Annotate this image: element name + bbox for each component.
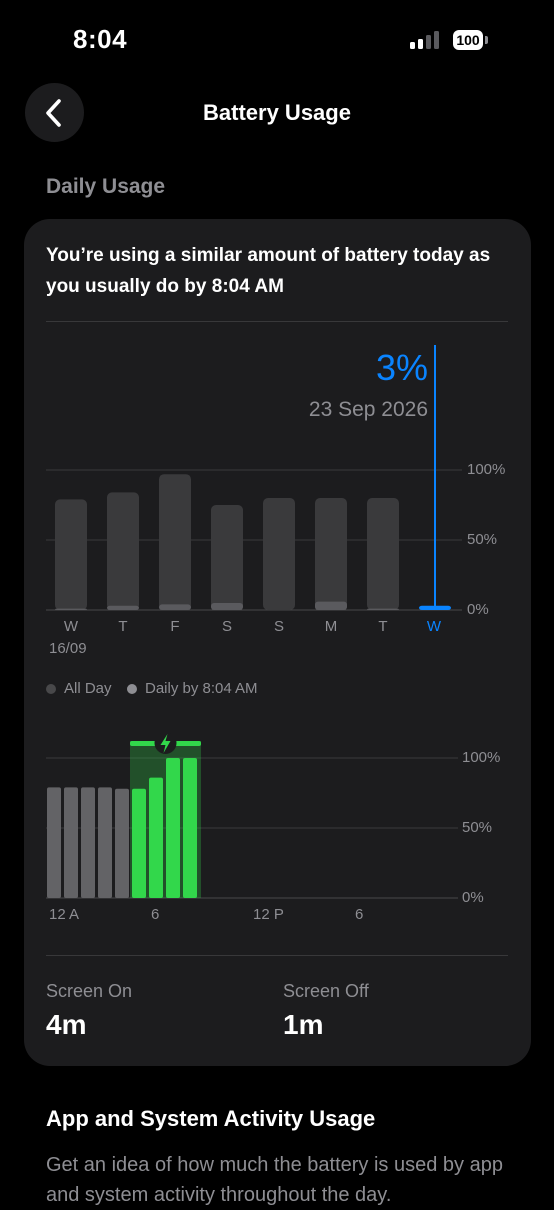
bar-daily-by (107, 605, 139, 610)
screen-off-value: 1m (283, 1009, 324, 1040)
battery-status-icon: 100 (453, 30, 483, 50)
day-label[interactable]: W (61, 618, 81, 635)
hour-tick: 6 (151, 906, 160, 923)
activity-section-description: Get an idea of how much the battery is u… (46, 1154, 503, 1206)
divider (46, 321, 508, 322)
bar-all-day (55, 499, 87, 610)
screen-on-value: 4m (46, 1009, 87, 1040)
hour-bar (115, 788, 129, 898)
cellular-signal-icon (410, 31, 440, 49)
day-label[interactable]: S (269, 618, 289, 635)
daily-y-tick-0: 0% (467, 601, 489, 618)
daily-y-tick-50: 50% (467, 531, 498, 548)
first-day-date: 16/09 (49, 640, 87, 657)
bar-all-day (263, 498, 295, 610)
bar-daily-by (367, 608, 399, 610)
hour-bar-charging (166, 758, 180, 898)
screen-off-label: Screen Off (283, 981, 369, 1001)
day-label[interactable]: S (217, 618, 237, 635)
divider (46, 955, 508, 956)
day-label[interactable]: T (373, 618, 393, 635)
daily-y-tick-100: 100% (467, 461, 506, 478)
page-title: Battery Usage (203, 100, 351, 125)
status-time: 8:04 (73, 24, 128, 54)
day-label[interactable]: F (165, 618, 185, 635)
bar-all-day (367, 498, 399, 610)
day-label[interactable]: T (113, 618, 133, 635)
hourly-y-tick-100: 100% (462, 749, 501, 766)
bar-daily-by (55, 608, 87, 610)
legend-dot-icon (127, 683, 137, 694)
hour-tick: 12 P (253, 906, 284, 923)
activity-section-title: App and System Activity Usage (46, 1106, 376, 1131)
bar-all-day (107, 492, 139, 610)
daily-usage-chart[interactable] (0, 330, 554, 630)
legend-all-day: All Day (46, 680, 112, 697)
hourly-y-tick-50: 50% (462, 819, 493, 836)
hour-tick: 12 A (49, 906, 80, 923)
bar-daily-by (159, 604, 191, 610)
hour-bar-charging (132, 788, 146, 898)
bar-daily-by (211, 603, 243, 610)
battery-status-level: 100 (456, 32, 480, 48)
legend-daily-by-label: Daily by 8:04 AM (145, 680, 258, 697)
hour-bar-charging (149, 777, 163, 898)
hour-bar (64, 787, 78, 898)
usage-summary-message: You’re using a similar amount of battery… (46, 245, 491, 297)
legend-all-day-label: All Day (64, 680, 112, 697)
section-label-daily-usage: Daily Usage (46, 175, 166, 198)
bar-daily-by (315, 601, 347, 610)
legend-daily-by: Daily by 8:04 AM (127, 680, 258, 697)
hour-bar (98, 787, 112, 898)
screen-on-label: Screen On (46, 981, 133, 1001)
hour-bar-charging (183, 758, 197, 898)
battery-tip-icon (485, 36, 488, 44)
bar-all-day (159, 474, 191, 610)
bar-today (419, 605, 451, 610)
day-label-selected[interactable]: W (424, 618, 444, 635)
hour-tick: 6 (355, 906, 364, 923)
hour-bar (81, 787, 95, 898)
hourly-y-tick-0: 0% (462, 889, 484, 906)
bar-all-day (211, 505, 243, 610)
bar-all-day (315, 498, 347, 610)
day-label[interactable]: M (321, 618, 341, 635)
hour-bar (47, 787, 61, 898)
legend-dot-icon (46, 683, 56, 694)
